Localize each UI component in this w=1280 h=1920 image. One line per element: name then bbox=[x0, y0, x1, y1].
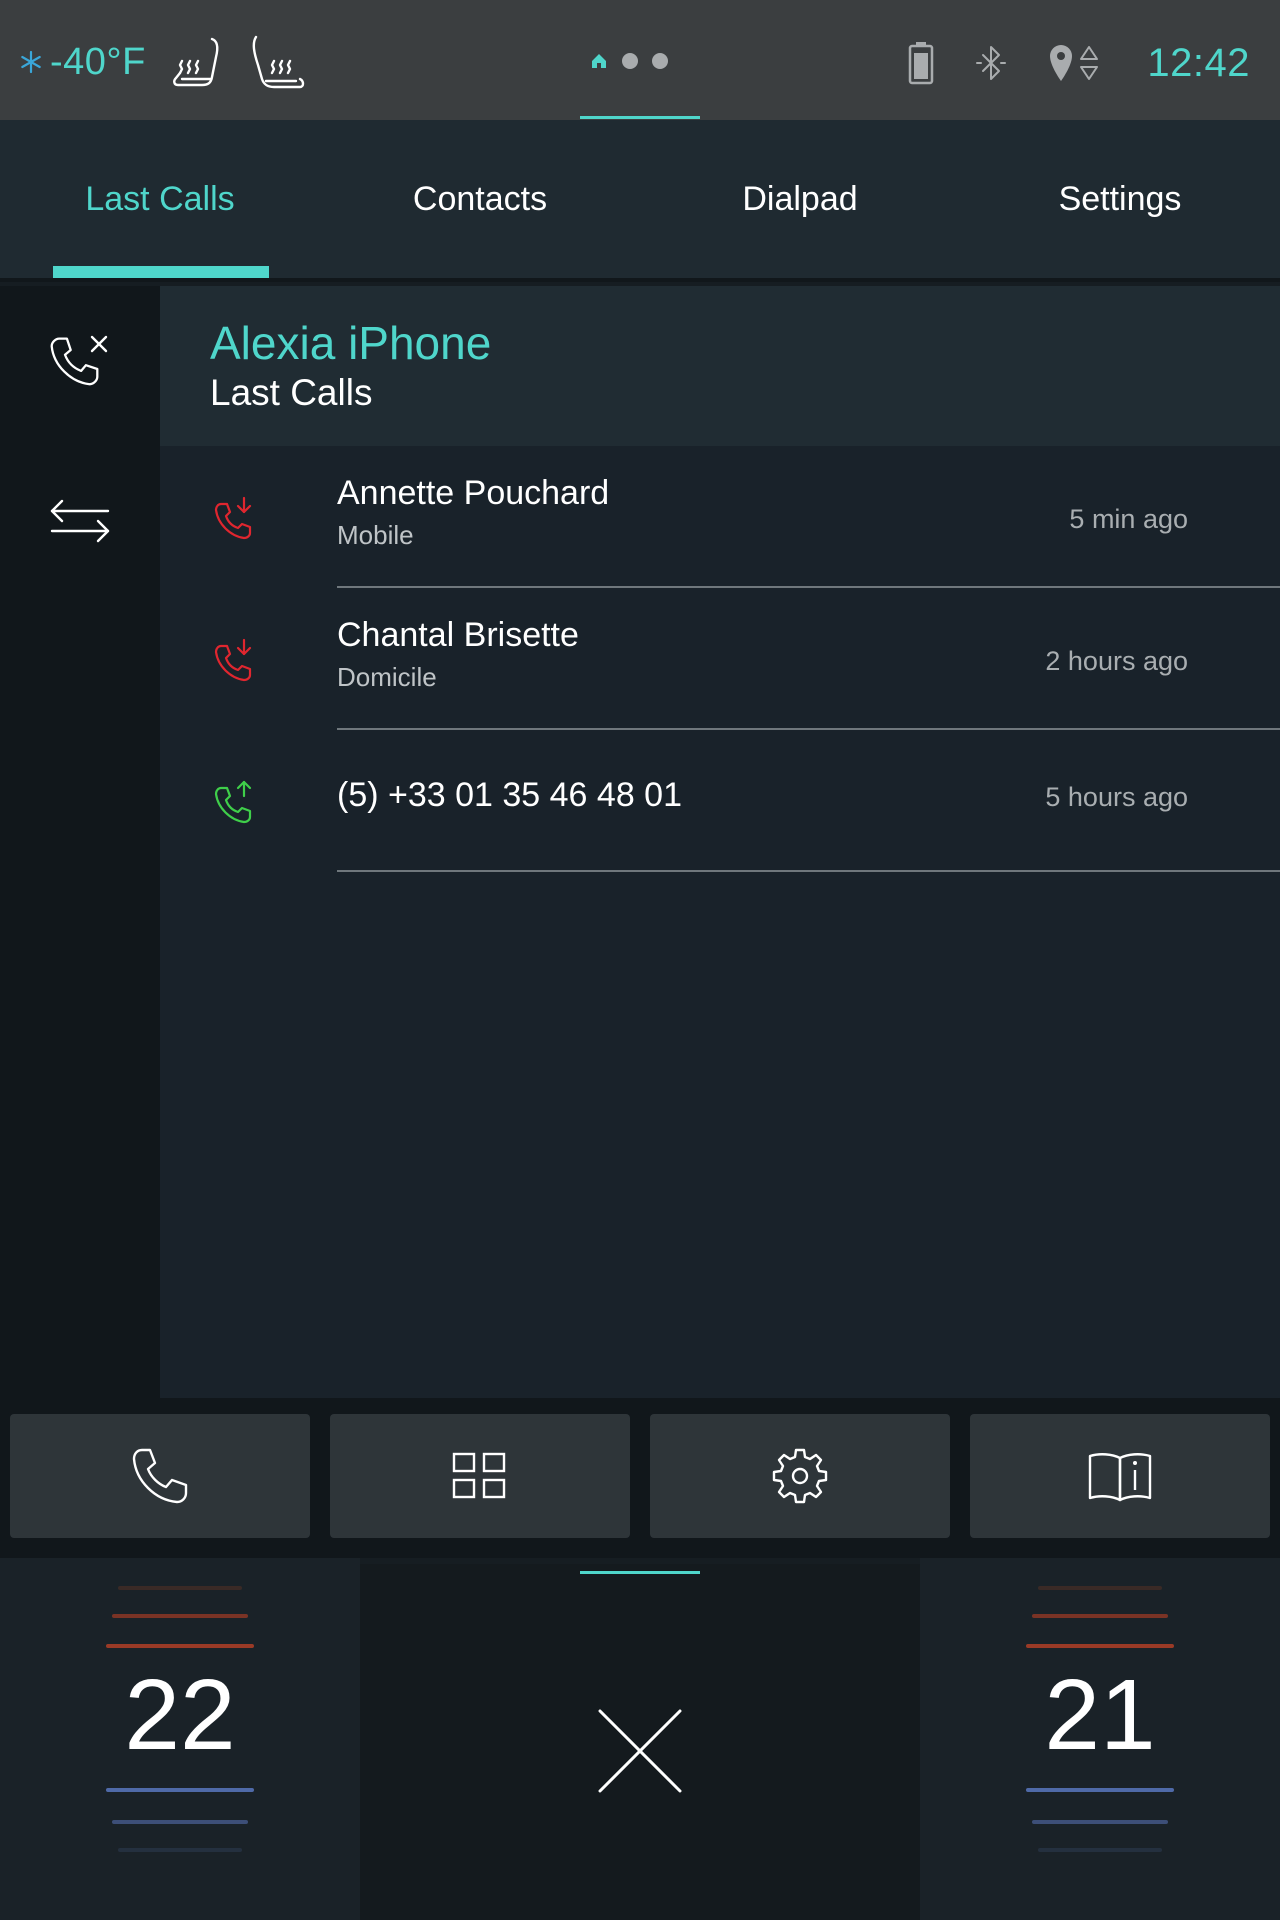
temp-level-bar bbox=[118, 1586, 242, 1590]
tab-dialpad[interactable]: Dialpad bbox=[640, 120, 960, 278]
temp-level-bar bbox=[112, 1614, 248, 1618]
call-time: 5 min ago bbox=[1069, 504, 1188, 534]
call-time: 2 hours ago bbox=[1045, 646, 1188, 676]
missed-call-icon bbox=[214, 496, 252, 540]
section-title: Last Calls bbox=[210, 372, 373, 413]
page-indicator[interactable] bbox=[590, 52, 668, 70]
seat-ventilation-icon[interactable] bbox=[250, 33, 306, 91]
call-log-row[interactable]: Chantal Brisette Domicile 2 hours ago bbox=[160, 588, 1280, 730]
location-icon bbox=[1050, 45, 1099, 81]
passenger-climate[interactable]: 21 bbox=[920, 1558, 1280, 1920]
climate-center bbox=[360, 1564, 920, 1920]
temp-level-bar bbox=[1026, 1644, 1174, 1648]
call-number-type: Mobile bbox=[337, 520, 414, 550]
phone-icon bbox=[132, 1448, 188, 1504]
transfer-button[interactable] bbox=[0, 446, 160, 596]
caller-name: Chantal Brisette bbox=[337, 616, 579, 654]
home-icon[interactable] bbox=[590, 52, 608, 70]
phone-hangup-icon bbox=[50, 335, 108, 386]
transfer-arrows-icon bbox=[50, 499, 110, 543]
status-right: 12:42 bbox=[867, 30, 1250, 96]
page-indicator-underline bbox=[580, 116, 700, 119]
battery-icon bbox=[909, 42, 934, 85]
outside-temperature: -40°F bbox=[50, 40, 146, 83]
bluetooth-icon bbox=[976, 46, 1007, 80]
clock: 12:42 bbox=[1147, 40, 1250, 85]
temp-level-bar bbox=[1032, 1820, 1168, 1824]
temp-level-bar bbox=[112, 1820, 248, 1824]
temp-level-bar bbox=[1038, 1848, 1162, 1852]
temp-level-bar bbox=[118, 1848, 242, 1852]
call-log-row[interactable]: Annette Pouchard Mobile 5 min ago bbox=[160, 446, 1280, 588]
tab-last-calls[interactable]: Last Calls bbox=[0, 120, 320, 278]
device-name: Alexia iPhone bbox=[210, 317, 492, 369]
seat-heater-icon[interactable] bbox=[170, 33, 226, 91]
call-log-panel: Alexia iPhone Last Calls Annette Pouchar… bbox=[160, 286, 1280, 1398]
manual-button[interactable] bbox=[970, 1414, 1270, 1538]
app-dock bbox=[0, 1398, 1280, 1558]
gear-icon bbox=[772, 1448, 828, 1504]
page-dot[interactable] bbox=[652, 53, 668, 69]
tab-bar: Last Calls Contacts Dialpad Settings bbox=[0, 120, 1280, 282]
page-dot[interactable] bbox=[622, 53, 638, 69]
active-tab-indicator bbox=[53, 266, 269, 278]
driver-temperature: 22 bbox=[124, 1659, 236, 1771]
temp-level-bar bbox=[106, 1788, 254, 1792]
end-call-button[interactable] bbox=[0, 286, 160, 436]
close-icon[interactable] bbox=[595, 1706, 685, 1796]
call-time: 5 hours ago bbox=[1045, 782, 1188, 812]
temp-level-bar bbox=[1038, 1586, 1162, 1590]
status-bar: -40°F 12:42 bbox=[0, 0, 1280, 120]
temp-level-bar bbox=[1032, 1614, 1168, 1618]
caller-number: (5) +33 01 35 46 48 01 bbox=[337, 776, 682, 814]
grid-icon bbox=[452, 1452, 506, 1499]
settings-button[interactable] bbox=[650, 1414, 950, 1538]
climate-indicator-underline bbox=[580, 1571, 700, 1574]
passenger-temperature: 21 bbox=[1044, 1659, 1156, 1771]
apps-grid-button[interactable] bbox=[330, 1414, 630, 1538]
tab-contacts[interactable]: Contacts bbox=[320, 120, 640, 278]
outgoing-call-icon bbox=[214, 780, 252, 824]
phone-app-button[interactable] bbox=[10, 1414, 310, 1538]
climate-bar: 22 21 bbox=[0, 1558, 1280, 1920]
temp-level-bar bbox=[106, 1644, 254, 1648]
call-log-row[interactable]: (5) +33 01 35 46 48 01 5 hours ago bbox=[160, 730, 1280, 872]
temp-level-bar bbox=[1026, 1788, 1174, 1792]
left-rail bbox=[0, 286, 160, 1398]
book-info-icon bbox=[1088, 1453, 1152, 1502]
driver-climate[interactable]: 22 bbox=[0, 1558, 360, 1920]
missed-call-icon bbox=[214, 638, 252, 682]
call-number-type: Domicile bbox=[337, 662, 437, 692]
row-divider bbox=[337, 870, 1280, 872]
tab-settings[interactable]: Settings bbox=[960, 120, 1280, 278]
snowflake-icon bbox=[21, 50, 41, 74]
caller-name: Annette Pouchard bbox=[337, 474, 610, 512]
call-log-header: Alexia iPhone Last Calls bbox=[160, 286, 1280, 446]
status-left: -40°F bbox=[18, 28, 306, 96]
